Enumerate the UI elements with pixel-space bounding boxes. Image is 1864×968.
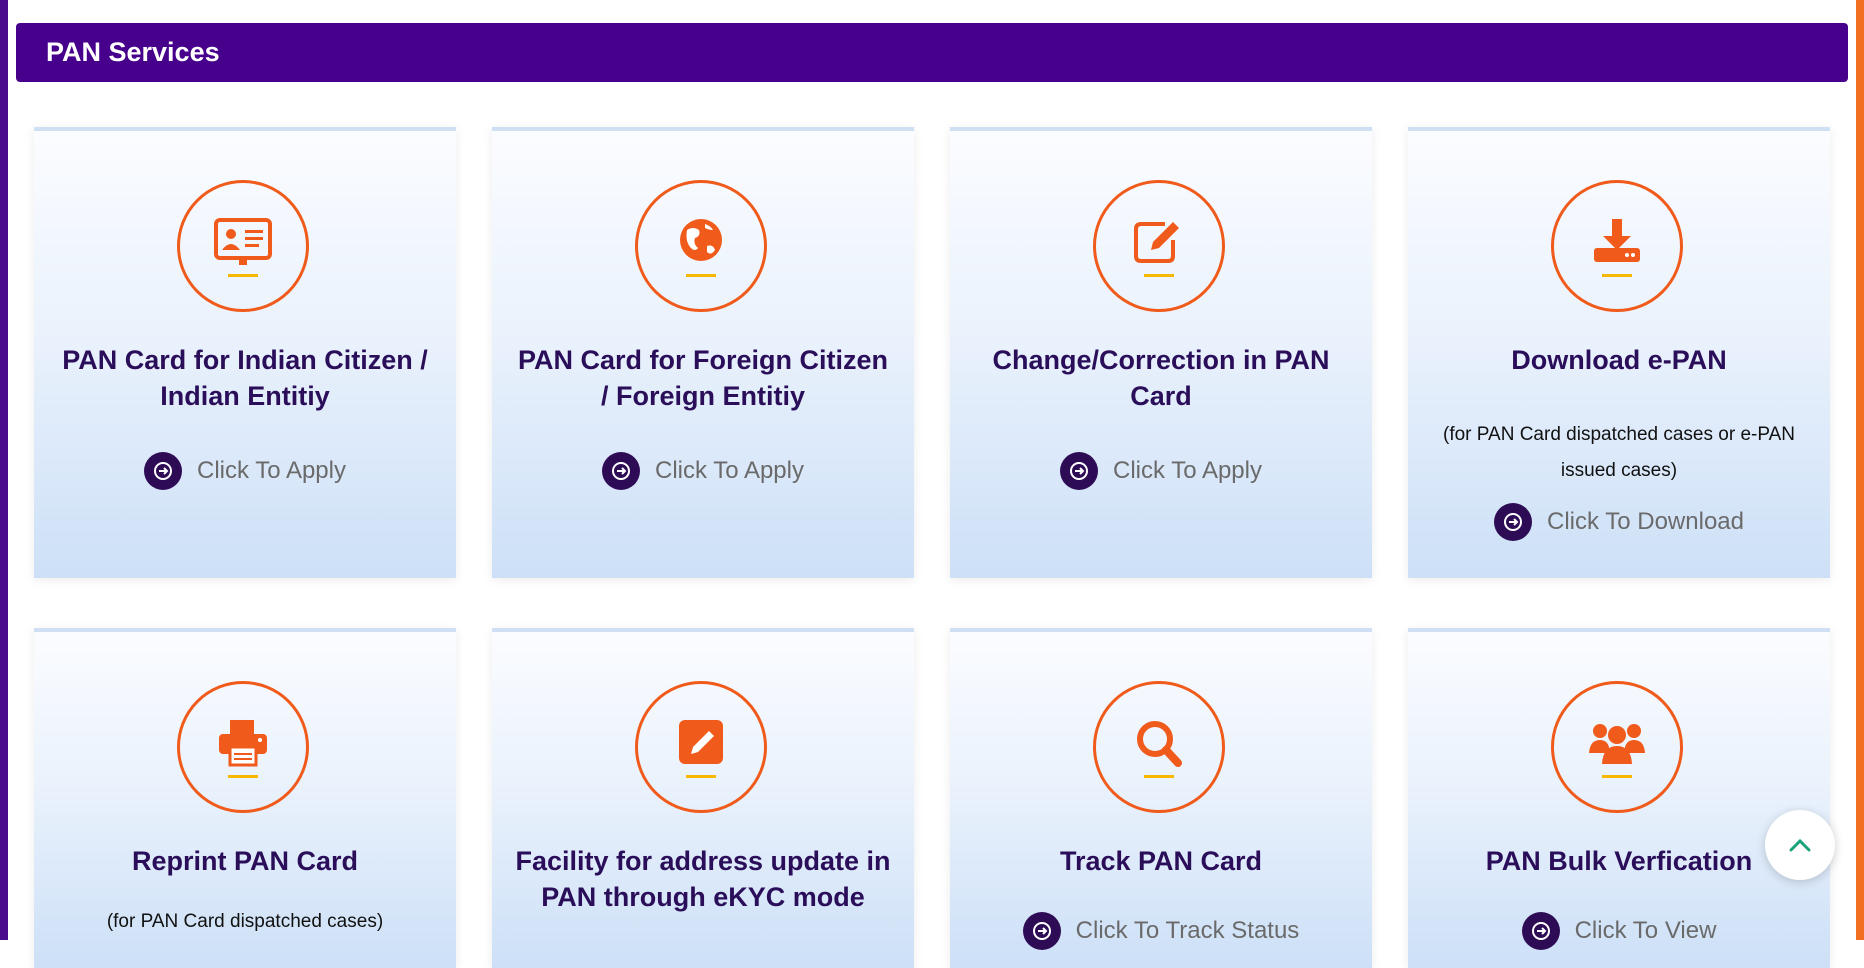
card-download-epan: Download e-PAN (for PAN Card dispatched … — [1408, 127, 1830, 578]
card-icon-circle — [1093, 180, 1225, 312]
card-address-update-ekyc: Facility for address update in PAN throu… — [492, 628, 914, 968]
card-change-correction: Change/Correction in PAN Card Click To A… — [950, 127, 1372, 578]
globe-icon — [680, 218, 722, 261]
edit-icon — [1134, 221, 1179, 263]
action-label: Click To Apply — [1113, 457, 1262, 484]
card-bulk-verification: PAN Bulk Verfication Click To View — [1408, 628, 1830, 968]
left-edge-bar — [0, 0, 8, 940]
scroll-to-top-button[interactable] — [1765, 810, 1835, 880]
pencil-square-icon — [679, 719, 723, 764]
card-icon-circle — [635, 681, 767, 813]
search-icon — [1137, 720, 1182, 767]
icon-underline — [1144, 273, 1174, 277]
icon-underline — [1602, 774, 1632, 778]
click-to-apply-button[interactable]: Click To Apply — [34, 452, 456, 490]
action-label: Click To Track Status — [1075, 917, 1300, 944]
card-title: PAN Bulk Verfication — [1485, 846, 1753, 876]
card-reprint-pan: Reprint PAN Card (for PAN Card dispatche… — [34, 628, 456, 968]
arrow-circle-icon — [1022, 912, 1061, 950]
arrow-circle-icon — [602, 452, 641, 490]
icon-underline — [686, 273, 716, 277]
card-title: Change/Correction in PAN Card — [992, 345, 1330, 411]
arrow-circle-icon — [1521, 912, 1560, 950]
arrow-circle-icon — [1494, 503, 1532, 541]
section-title: PAN Services — [46, 37, 220, 67]
card-title: PAN Card for Foreign Citizen / Foreign E… — [517, 345, 888, 411]
users-icon — [1589, 723, 1645, 764]
card-title: Facility for address update in PAN throu… — [515, 846, 891, 912]
card-title: PAN Card for Indian Citizen / Indian Ent… — [62, 345, 428, 411]
card-subtitle: (for PAN Card dispatched cases) — [106, 911, 384, 932]
card-title: Download e-PAN — [1511, 345, 1727, 375]
card-title: Track PAN Card — [1059, 846, 1263, 876]
icon-underline — [228, 273, 258, 277]
card-icon-circle — [1551, 180, 1683, 312]
arrow-circle-icon — [144, 452, 183, 490]
card-icon-circle — [177, 180, 309, 312]
chevron-up-icon — [1789, 838, 1811, 852]
printer-icon — [219, 719, 267, 766]
card-icon-circle — [177, 681, 309, 813]
card-foreign-citizen: PAN Card for Foreign Citizen / Foreign E… — [492, 127, 914, 578]
click-to-apply-button[interactable]: Click To Apply — [950, 452, 1372, 490]
click-to-download-button[interactable]: Click To Download — [1408, 503, 1830, 541]
click-to-track-status-button[interactable]: Click To Track Status — [950, 912, 1372, 950]
icon-underline — [228, 774, 258, 778]
id-card-icon — [214, 217, 272, 265]
action-label: Click To Download — [1547, 508, 1744, 535]
card-icon-circle — [1551, 681, 1683, 813]
card-title: Reprint PAN Card — [131, 846, 359, 876]
icon-underline — [1144, 774, 1174, 778]
click-to-apply-button[interactable]: Click To Apply — [492, 452, 914, 490]
click-to-view-button[interactable]: Click To View — [1408, 912, 1830, 950]
section-header: PAN Services — [16, 23, 1848, 82]
download-icon — [1594, 218, 1640, 262]
right-edge-bar — [1856, 0, 1864, 940]
card-subtitle: (for PAN Card dispatched cases or e-PAN … — [1443, 424, 1795, 481]
card-indian-citizen: PAN Card for Indian Citizen / Indian Ent… — [34, 127, 456, 578]
action-label: Click To Apply — [655, 457, 804, 484]
icon-underline — [1602, 273, 1632, 277]
arrow-circle-icon — [1060, 452, 1099, 490]
action-label: Click To Apply — [197, 457, 346, 484]
card-icon-circle — [1093, 681, 1225, 813]
action-label: Click To View — [1574, 917, 1717, 944]
card-icon-circle — [635, 180, 767, 312]
card-track-pan: Track PAN Card Click To Track Status — [950, 628, 1372, 968]
icon-underline — [686, 774, 716, 778]
